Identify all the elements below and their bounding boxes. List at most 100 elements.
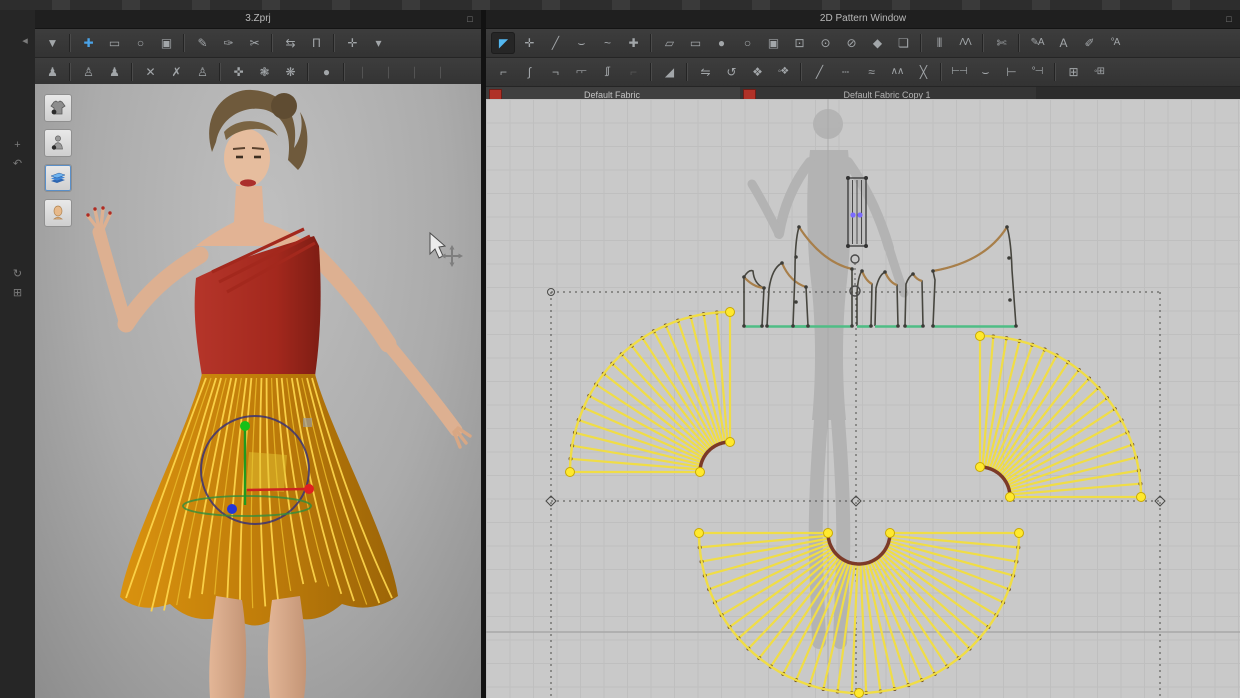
pattern-corner-point[interactable] — [695, 529, 704, 538]
gizmo-z-handle[interactable] — [227, 504, 237, 514]
bodice-center-left[interactable] — [857, 271, 872, 326]
simulate-icon[interactable]: ▼ — [40, 32, 64, 54]
segment-sewing-icon[interactable]: ⌐ — [491, 61, 515, 83]
pattern-corner-point[interactable] — [1015, 529, 1024, 538]
add-point-icon[interactable]: ✚ — [621, 32, 645, 54]
pattern-point[interactable] — [765, 324, 769, 328]
pattern-point[interactable] — [1005, 225, 1009, 229]
pattern-corner-point[interactable] — [726, 438, 735, 447]
collapse-rail-icon[interactable]: ◂ — [18, 34, 32, 48]
viewport-3d[interactable] — [35, 84, 481, 698]
free-sewing-icon[interactable]: ∫ — [517, 61, 541, 83]
select-move-icon[interactable]: ✚ — [76, 32, 100, 54]
mn-free-sewing-icon[interactable]: ∫∫ — [595, 61, 619, 83]
pattern-point[interactable] — [780, 261, 784, 265]
pattern-point[interactable] — [760, 324, 764, 328]
float-window-button-2d[interactable]: □ — [1222, 12, 1236, 26]
pattern-point[interactable] — [742, 275, 746, 279]
library-grid-icon[interactable]: ⊞ — [11, 286, 25, 300]
size-avatar-icon[interactable]: ♟ — [102, 61, 126, 83]
pleat-fold-icon[interactable]: ΛΛ — [953, 32, 977, 54]
sewing-machine-icon[interactable]: ✄ — [989, 32, 1013, 54]
pattern-point[interactable] — [794, 255, 798, 259]
trace-icon[interactable]: ◆ — [865, 32, 889, 54]
disabled-slot-2[interactable]: ∣ — [376, 61, 400, 83]
wind-icon[interactable]: ❋ — [278, 61, 302, 83]
arrange-avatar-icon[interactable]: ♙ — [76, 61, 100, 83]
bodice-front-right[interactable] — [933, 227, 1016, 326]
pen-3d-icon[interactable]: ✎ — [190, 32, 214, 54]
pattern-point[interactable] — [896, 324, 900, 328]
bodice-side-left-2[interactable] — [767, 263, 808, 326]
float-window-button[interactable]: □ — [463, 12, 477, 26]
pattern-point[interactable] — [797, 225, 801, 229]
fold-arrangement-icon[interactable]: ◢ — [657, 61, 681, 83]
elastic-icon[interactable]: ┄ — [833, 61, 857, 83]
circle-icon[interactable]: ● — [709, 32, 733, 54]
transform-pattern-icon[interactable]: ◤ — [491, 32, 515, 54]
pattern-corner-point[interactable] — [855, 689, 864, 698]
pattern-canvas[interactable] — [486, 99, 1240, 698]
pattern-point[interactable] — [860, 269, 864, 273]
gizmo-mode-box[interactable] — [303, 418, 312, 427]
shirring-icon[interactable]: ≈ — [859, 61, 883, 83]
selected-point[interactable] — [857, 212, 862, 217]
specify-dart-icon[interactable]: ⊙ — [813, 32, 837, 54]
pin-icon[interactable]: ❖ — [745, 61, 769, 83]
gizmo-x-handle[interactable] — [304, 484, 314, 494]
texture-icon[interactable]: ❃ — [252, 61, 276, 83]
pattern-point[interactable] — [1008, 298, 1012, 302]
rectangle-icon[interactable]: ▭ — [683, 32, 707, 54]
skirt-panel-left[interactable] — [566, 308, 735, 477]
gizmo-y-handle[interactable] — [240, 421, 250, 431]
pattern-corner-point[interactable] — [696, 468, 705, 477]
measure-tape-icon[interactable]: ✗ — [164, 61, 188, 83]
edit-sewing-icon[interactable]: ¬ — [543, 61, 567, 83]
pattern-point[interactable] — [762, 286, 766, 290]
pattern-corner-point[interactable] — [726, 308, 735, 317]
seam-allowance-icon[interactable]: ⊘ — [839, 32, 863, 54]
disabled-slot-1[interactable]: ∣ — [350, 61, 374, 83]
pattern-corner-point[interactable] — [976, 332, 985, 341]
select-mesh-icon[interactable]: ○ — [128, 32, 152, 54]
length-measure-icon[interactable]: ⊢ — [999, 61, 1023, 83]
pose-avatar-icon[interactable]: ♟ — [40, 61, 64, 83]
show-fabric-button[interactable] — [44, 164, 72, 192]
refresh-icon[interactable]: ↻ — [11, 267, 25, 281]
skirt-panel-bottom[interactable] — [695, 529, 1024, 698]
edit-point-icon[interactable]: ╱ — [543, 32, 567, 54]
pattern-point[interactable] — [921, 324, 925, 328]
arrange-garment-icon[interactable]: ⇆ — [278, 32, 302, 54]
text-icon[interactable]: A — [1051, 32, 1075, 54]
fit-garment-icon[interactable]: ♙ — [190, 61, 214, 83]
height-measure-icon[interactable]: °⊣ — [1025, 61, 1049, 83]
rotate-pivot-handle[interactable] — [851, 255, 859, 263]
sewing-3d-icon[interactable]: ✂ — [242, 32, 266, 54]
polygon-icon[interactable]: ▱ — [657, 32, 681, 54]
pin-box-icon[interactable]: ▣ — [154, 32, 178, 54]
fold-garment-icon[interactable]: Π — [304, 32, 328, 54]
dart-icon[interactable]: ▣ — [761, 32, 785, 54]
pattern-point[interactable] — [804, 285, 808, 289]
rotate-pattern-icon[interactable]: ↺ — [719, 61, 743, 83]
remove-garment-icon[interactable]: ▾ — [366, 32, 390, 54]
disabled-slot-4[interactable]: ∣ — [428, 61, 452, 83]
pattern-point[interactable] — [794, 300, 798, 304]
ellipse-icon[interactable]: ○ — [735, 32, 759, 54]
annotation-icon[interactable]: ✎A — [1025, 32, 1049, 54]
pleats-icon[interactable]: ||| — [927, 32, 951, 54]
edit-curve-point-icon[interactable]: ~ — [595, 32, 619, 54]
pattern-point[interactable] — [931, 269, 935, 273]
mn-segment-sewing-icon[interactable]: ⌐⌐ — [569, 61, 593, 83]
disabled-slot-3[interactable]: ∣ — [402, 61, 426, 83]
pattern-point[interactable] — [791, 324, 795, 328]
grading-icon[interactable]: ⊞ — [1061, 61, 1085, 83]
clone-pattern-icon[interactable]: ❏ — [891, 32, 915, 54]
grading-alt-icon[interactable]: ◦⊞ — [1087, 61, 1111, 83]
skirt-panel-right[interactable] — [976, 332, 1146, 502]
strap-strip-piece[interactable] — [846, 176, 868, 248]
show-garment-button[interactable] — [44, 94, 72, 122]
bodice-center-right[interactable] — [905, 274, 923, 326]
show-skin-button[interactable] — [44, 199, 72, 227]
selection-marquee[interactable] — [546, 289, 1165, 698]
